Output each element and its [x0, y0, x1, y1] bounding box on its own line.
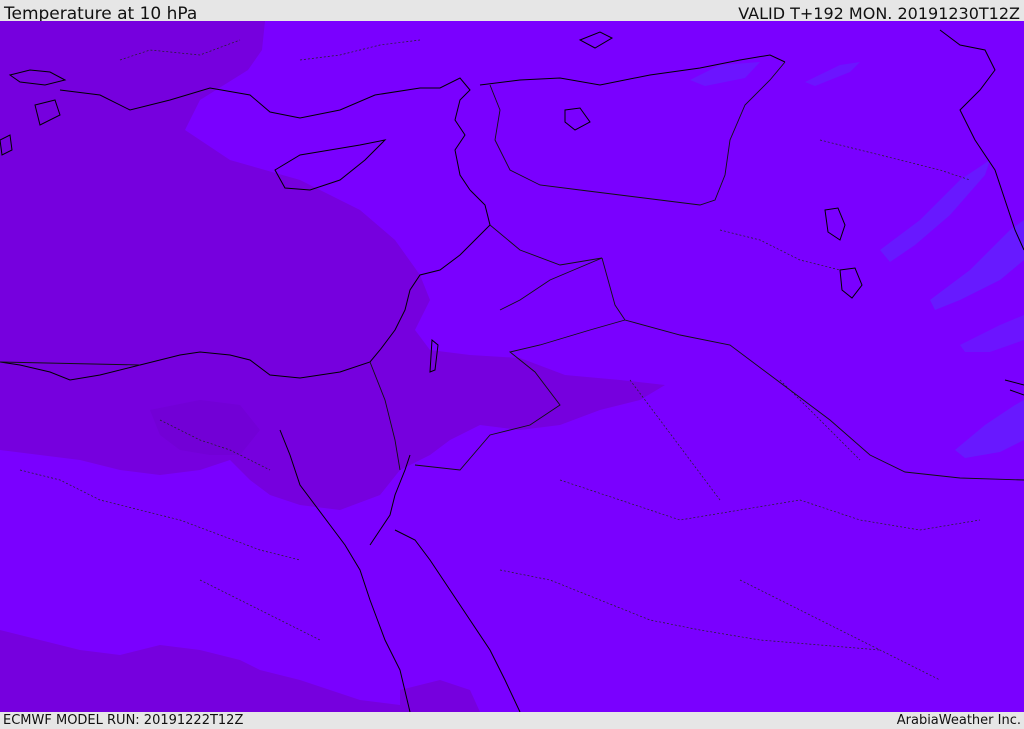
header-bar: Temperature at 10 hPa VALID T+192 MON. 2… — [0, 0, 1024, 24]
brand-label: ArabiaWeather Inc. — [896, 713, 1021, 728]
model-run-label: ECMWF MODEL RUN: 20191222T12Z — [3, 713, 244, 728]
weather-map-frame: Temperature at 10 hPa VALID T+192 MON. 2… — [0, 0, 1024, 729]
map-svg — [0, 21, 1024, 712]
footer-bar: ECMWF MODEL RUN: 20191222T12Z ArabiaWeat… — [0, 712, 1024, 729]
map-area — [0, 21, 1024, 712]
